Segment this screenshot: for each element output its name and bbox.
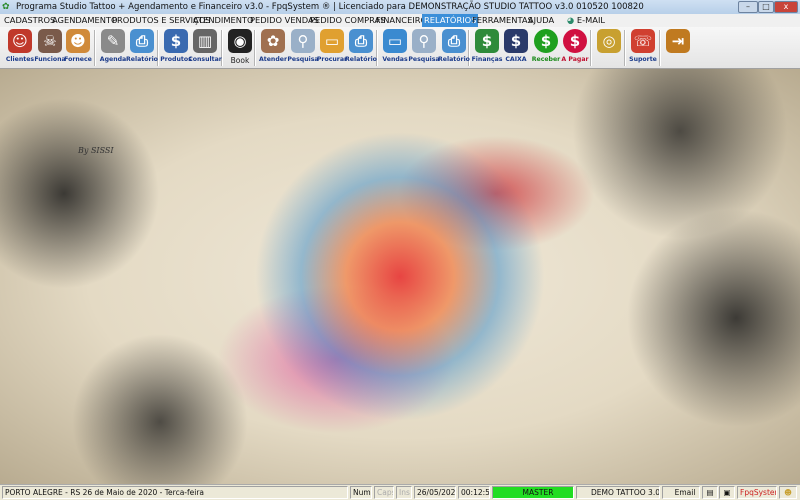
tattoo-icon: ✿	[261, 29, 285, 53]
exit-door-icon: ⇥	[666, 29, 690, 53]
minimize-button[interactable]: –	[738, 1, 758, 13]
users-icon[interactable]: ☻	[779, 486, 797, 499]
price-list-icon: $	[164, 29, 188, 53]
toolbar-button-exit-door[interactable]: ⇥	[663, 29, 693, 67]
status-bar: PORTO ALEGRE - RS 26 de Maio de 2020 - T…	[0, 484, 800, 500]
toolbar-button-relat-rio[interactable]: ⎙ Relatório	[438, 29, 470, 67]
window-title: Programa Studio Tattoo + Agendamento e F…	[16, 2, 644, 12]
skull-icon: ☠	[38, 29, 62, 53]
toolbar-button-relat-rio[interactable]: ⎙ Relatório	[126, 29, 158, 67]
toolbar-button-coins[interactable]: ◎	[594, 29, 624, 67]
app-icon: ✿	[2, 2, 10, 12]
monitor-icon: ▭	[383, 29, 407, 53]
status-brand: FpqSystem	[737, 486, 777, 499]
search-docs-icon: ⚲	[412, 29, 436, 53]
status-date: 26/05/2020	[414, 486, 456, 499]
artwork-signature: By SISSI	[78, 146, 114, 155]
email-label: Email	[674, 488, 696, 497]
toolbar-button-consultar[interactable]: ▥ Consultar	[188, 29, 222, 67]
menu-label: E-MAIL	[576, 15, 606, 25]
status-time: 00:12:58	[458, 486, 490, 499]
title-bar: ✿ Programa Studio Tattoo + Agendamento e…	[0, 0, 800, 14]
toolbar-button-book[interactable]: ◉ Book	[225, 29, 255, 67]
printer-icon: ⎙	[130, 29, 154, 53]
menu-ajuda[interactable]: AJUDA	[526, 14, 556, 27]
toolbar-button-fornece[interactable]: ☻ Fornece	[63, 29, 93, 67]
status-email-button[interactable]: Email	[662, 486, 700, 499]
status-num: Num	[350, 486, 372, 499]
dollar-green-icon: $	[534, 29, 558, 53]
toolbar-button-a-pagar[interactable]: $ A Pagar	[560, 29, 590, 67]
network-icon[interactable]: ▣	[719, 486, 735, 499]
user-name: MASTER	[522, 488, 554, 497]
status-ins: Ins	[396, 486, 412, 499]
menu-e-mail[interactable]: ◕ E-MAIL	[565, 14, 607, 27]
people-icon: ☺	[8, 29, 32, 53]
drawer-icon: ▭	[320, 29, 344, 53]
camera-icon: ◉	[228, 29, 252, 53]
menu-atendimento[interactable]: ATENDIMENTO	[191, 14, 256, 27]
company-name: DEMO TATTOO 3.0	[591, 488, 660, 497]
maximize-button[interactable]: □	[758, 1, 774, 13]
status-company: DEMO TATTOO 3.0	[576, 486, 660, 499]
cash-book-icon: $	[504, 29, 528, 53]
status-location: PORTO ALEGRE - RS 26 de Maio de 2020 - T…	[2, 486, 348, 499]
toolbar-button-label: Suporte	[629, 56, 657, 63]
printer-icon: ⎙	[349, 29, 373, 53]
status-caps: Caps	[374, 486, 394, 499]
toolbar-button-relat-rio[interactable]: ⎙ Relatório	[345, 29, 377, 67]
email-globe-icon: ◕	[567, 15, 577, 25]
money-chart-icon: $	[475, 29, 499, 53]
printer-icon: ⎙	[442, 29, 466, 53]
toolbar-button-label: A Pagar	[561, 56, 589, 63]
dollar-red-icon: $	[563, 29, 587, 53]
calendar-pen-icon: ✎	[101, 29, 125, 53]
toolbar-button-suporte[interactable]: ☏ Suporte	[628, 29, 658, 67]
coins-icon: ◎	[597, 29, 621, 53]
printer-icon[interactable]: ▤	[702, 486, 718, 499]
support-icon: ☏	[631, 29, 655, 53]
toolbar: ☺ Clientes ☠ Funciona ☻ Fornece ✎ Agenda ⎙ Relató…	[0, 27, 800, 69]
menu-cadastros[interactable]: CADASTROS	[2, 14, 57, 27]
close-button[interactable]: x	[774, 1, 798, 13]
status-user: MASTER	[492, 486, 574, 499]
menu-bar: CADASTROS AGENDAMENTO PRODUTOS E SERVIÇOS A…	[0, 14, 800, 27]
search-docs-icon: ⚲	[291, 29, 315, 53]
person-icon: ☻	[66, 29, 90, 53]
barcode-icon: ▥	[193, 29, 217, 53]
wallpaper-artwork: By SISSI	[0, 69, 800, 484]
menu-financeiro[interactable]: FINANCEIRO	[374, 14, 429, 27]
